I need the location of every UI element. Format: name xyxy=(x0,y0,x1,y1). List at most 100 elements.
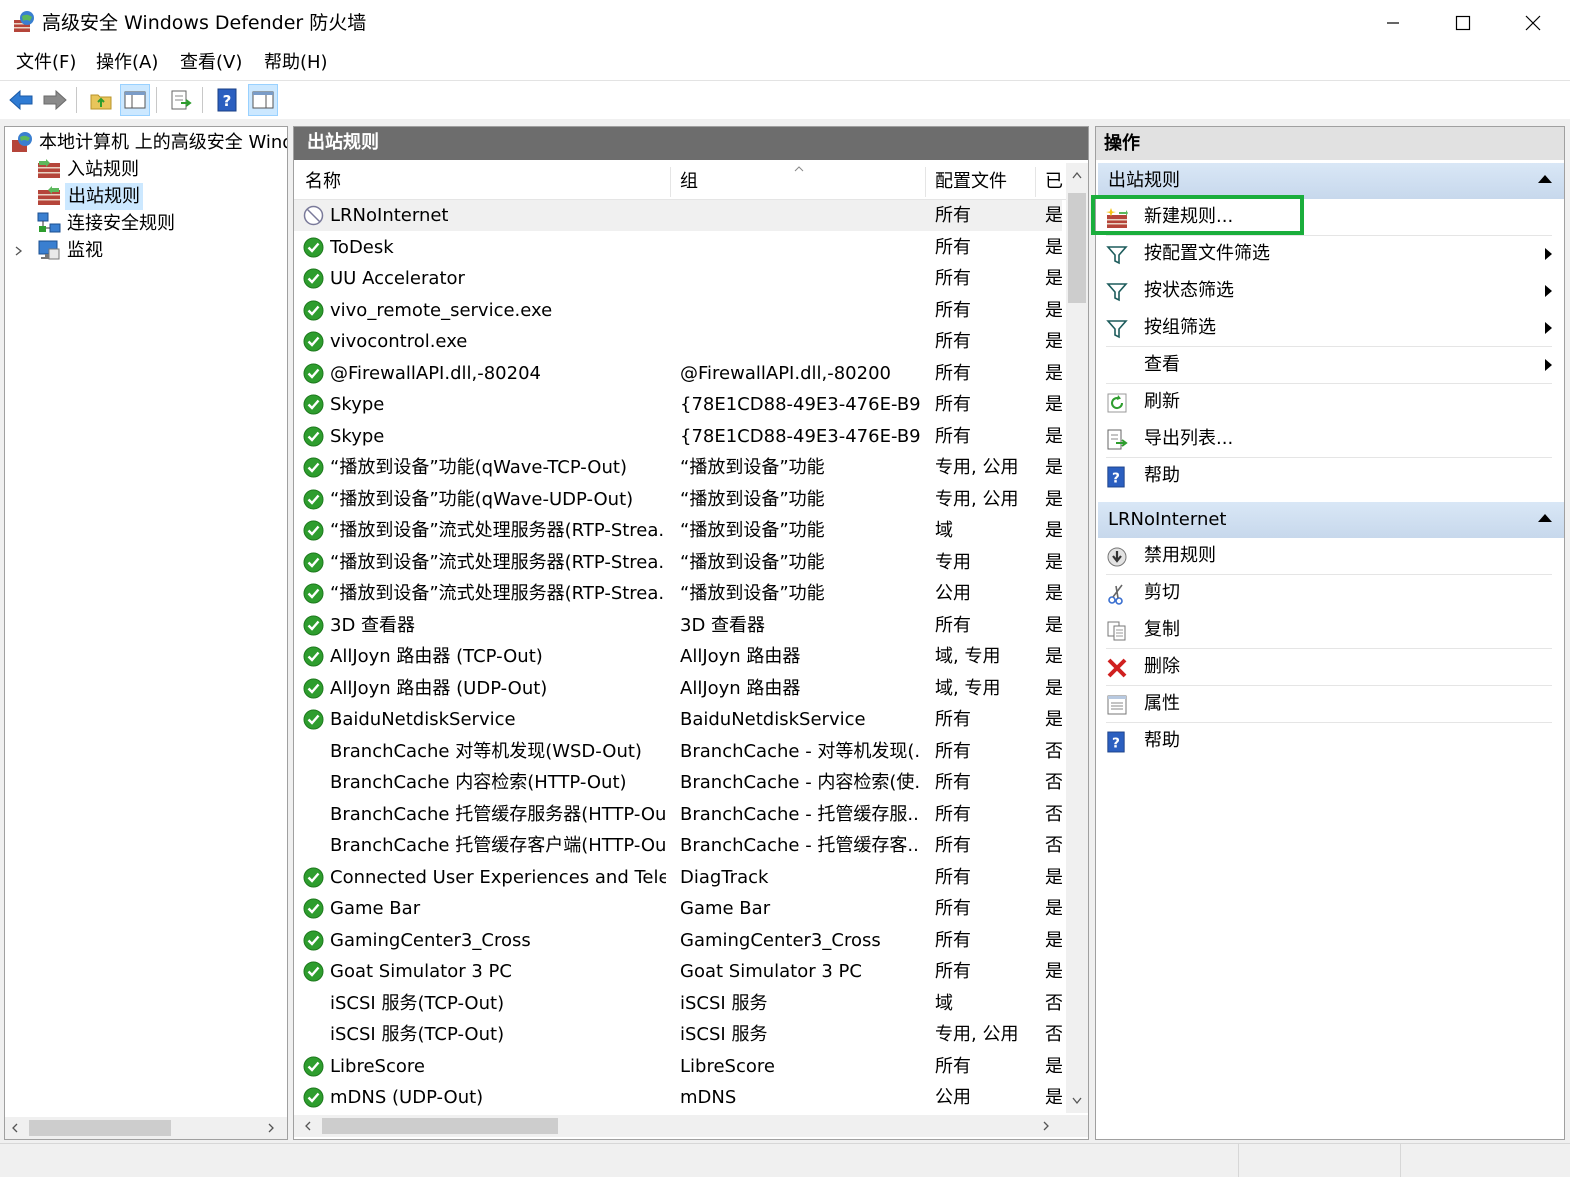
column-separator[interactable] xyxy=(670,167,671,197)
action-item[interactable]: 按状态筛选 xyxy=(1098,273,1564,309)
rule-enabled-cell: 是 xyxy=(1045,929,1062,951)
menu-help[interactable]: 帮助(H) xyxy=(264,51,328,75)
table-row[interactable]: AllJoyn 路由器 (TCP-Out) AllJoyn 路由器 域, 专用 是 xyxy=(294,641,1062,672)
rule-enabled-cell: 否 xyxy=(1045,803,1062,825)
table-row[interactable]: Skype {78E1CD88-49E3-476E-B9... 所有 是 xyxy=(294,421,1062,452)
table-row[interactable]: mDNS (UDP-Out) mDNS 公用 是 xyxy=(294,1082,1062,1113)
section-header-outbound-rules[interactable]: 出站规则 xyxy=(1098,163,1564,199)
rule-group-cell: AllJoyn 路由器 xyxy=(680,677,801,699)
table-row[interactable]: Skype {78E1CD88-49E3-476E-B9... 所有 是 xyxy=(294,389,1062,420)
menu-action[interactable]: 操作(A) xyxy=(96,51,158,75)
action-item[interactable]: 查看 xyxy=(1098,347,1564,383)
table-row[interactable]: Connected User Experiences and Telem... D… xyxy=(294,862,1062,893)
rule-name-cell: AllJoyn 路由器 (UDP-Out) xyxy=(330,677,548,699)
minimize-button[interactable] xyxy=(1358,0,1428,46)
table-row[interactable]: BranchCache 内容检索(HTTP-Out) BranchCache - … xyxy=(294,767,1062,798)
table-row[interactable]: “播放到设备”功能(qWave-UDP-Out) “播放到设备”功能 专用, 公用 是 xyxy=(294,484,1062,515)
back-button[interactable] xyxy=(6,84,36,116)
table-row[interactable]: vivo_remote_service.exe 所有 是 xyxy=(294,295,1062,326)
table-row[interactable]: LibreScore LibreScore 所有 是 xyxy=(294,1051,1062,1082)
delete-icon xyxy=(1106,656,1128,678)
column-header-name[interactable]: 名称 xyxy=(305,171,341,193)
maximize-button[interactable] xyxy=(1428,0,1498,46)
tree-hscroll-thumb[interactable] xyxy=(29,1120,171,1136)
action-item[interactable]: 删除 xyxy=(1098,649,1564,685)
expand-chevron-icon[interactable] xyxy=(15,246,23,256)
show-hide-action-pane-button[interactable] xyxy=(248,84,278,116)
scroll-right-icon[interactable] xyxy=(267,1123,275,1133)
help-icon: ? xyxy=(1106,465,1128,488)
action-item-label: 删除 xyxy=(1144,656,1180,677)
action-item[interactable]: 属性 xyxy=(1098,686,1564,722)
collapse-caret-icon[interactable] xyxy=(1538,175,1552,183)
rules-vertical-scrollbar[interactable] xyxy=(1066,163,1088,1113)
tree-item-inbound-rules[interactable]: 入站规则 xyxy=(5,156,287,183)
rule-name-cell: Skype xyxy=(330,394,385,415)
forward-button[interactable] xyxy=(40,84,70,116)
scroll-right-icon[interactable] xyxy=(1042,1121,1050,1131)
table-row[interactable]: “播放到设备”流式处理服务器(RTP-Strea... “播放到设备”功能 专用 是 xyxy=(294,547,1062,578)
column-separator[interactable] xyxy=(1035,167,1036,197)
export-list-button[interactable] xyxy=(166,84,196,116)
action-item[interactable]: 按配置文件筛选 xyxy=(1098,236,1564,272)
action-item[interactable]: 剪切 xyxy=(1098,575,1564,611)
menu-view[interactable]: 查看(V) xyxy=(180,51,242,75)
column-separator[interactable] xyxy=(925,167,926,197)
svg-text:?: ? xyxy=(1112,735,1120,751)
collapse-caret-icon[interactable] xyxy=(1538,514,1552,522)
column-header-group[interactable]: 组 xyxy=(680,171,698,193)
up-folder-button[interactable] xyxy=(86,84,116,116)
close-button[interactable] xyxy=(1498,0,1568,46)
tree-item-monitoring[interactable]: 监视 xyxy=(5,237,287,264)
rule-group-cell: LibreScore xyxy=(680,1055,775,1077)
table-row[interactable]: BranchCache 托管缓存服务器(HTTP-Out) BranchCache… xyxy=(294,799,1062,830)
column-header-profile[interactable]: 配置文件 xyxy=(935,171,1007,193)
action-item[interactable]: 刷新 xyxy=(1098,384,1564,420)
table-row[interactable]: BranchCache 托管缓存客户端(HTTP-Out) BranchCache… xyxy=(294,830,1062,861)
scroll-down-icon[interactable] xyxy=(1072,1097,1082,1105)
column-header-enabled[interactable]: 已 xyxy=(1045,171,1063,193)
table-row[interactable]: Goat Simulator 3 PC Goat Simulator 3 PC 所有… xyxy=(294,956,1062,987)
table-row[interactable]: BranchCache 对等机发现(WSD-Out) BranchCache - … xyxy=(294,736,1062,767)
table-row[interactable]: 3D 查看器 3D 查看器 所有 是 xyxy=(294,610,1062,641)
table-row[interactable]: AllJoyn 路由器 (UDP-Out) AllJoyn 路由器 域, 专用 是 xyxy=(294,673,1062,704)
table-row[interactable]: @FirewallAPI.dll,-80204 @FirewallAPI.dll,… xyxy=(294,358,1062,389)
scroll-left-icon[interactable] xyxy=(11,1123,19,1133)
table-row[interactable]: iSCSI 服务(TCP-Out) iSCSI 服务 域 否 xyxy=(294,988,1062,1019)
table-row[interactable]: GamingCenter3_Cross GamingCenter3_Cross 所有… xyxy=(294,925,1062,956)
action-item[interactable]: 按组筛选 xyxy=(1098,310,1564,346)
section-header-selected-rule[interactable]: LRNoInternet xyxy=(1098,502,1564,538)
action-item[interactable]: ? 帮助 xyxy=(1098,723,1564,759)
table-row[interactable]: ToDesk 所有 是 xyxy=(294,232,1062,263)
scroll-left-icon[interactable] xyxy=(304,1121,312,1131)
action-item[interactable]: ? 帮助 xyxy=(1098,458,1564,494)
table-row[interactable]: Game Bar Game Bar 所有 是 xyxy=(294,893,1062,924)
table-row[interactable]: BaiduNetdiskService BaiduNetdiskService 所有… xyxy=(294,704,1062,735)
rule-profile-cell: 专用 xyxy=(935,551,971,573)
rules-vscroll-thumb[interactable] xyxy=(1068,193,1086,303)
tree-root[interactable]: 本地计算机 上的高级安全 Windows Defender 防火墙 xyxy=(5,129,287,156)
table-row[interactable]: “播放到设备”功能(qWave-TCP-Out) “播放到设备”功能 专用, 公用 是 xyxy=(294,452,1062,483)
action-item[interactable]: 复制 xyxy=(1098,612,1564,648)
action-item[interactable]: 禁用规则 xyxy=(1098,538,1564,574)
table-row[interactable]: iSCSI 服务(TCP-Out) iSCSI 服务 专用, 公用 否 xyxy=(294,1019,1062,1050)
table-row[interactable]: vivocontrol.exe 所有 是 xyxy=(294,326,1062,357)
export-icon xyxy=(1106,428,1128,450)
table-row[interactable]: UU Accelerator 所有 是 xyxy=(294,263,1062,294)
close-icon xyxy=(1525,15,1541,31)
tree-item-connection-security-rules[interactable]: 连接安全规则 xyxy=(5,210,287,237)
table-row[interactable]: LRNoInternet 所有 是 xyxy=(294,200,1062,231)
action-item[interactable]: 导出列表... xyxy=(1098,421,1564,457)
scroll-up-icon[interactable] xyxy=(1072,171,1082,179)
menu-file[interactable]: 文件(F) xyxy=(16,51,76,75)
help-button[interactable]: ? xyxy=(212,84,242,116)
rules-horizontal-scrollbar[interactable] xyxy=(294,1115,1088,1137)
rule-enabled-cell: 是 xyxy=(1045,1055,1062,1077)
table-row[interactable]: “播放到设备”流式处理服务器(RTP-Strea... “播放到设备”功能 公用 是 xyxy=(294,578,1062,609)
tree-horizontal-scrollbar[interactable] xyxy=(5,1117,287,1139)
title-bar: 高级安全 Windows Defender 防火墙 xyxy=(0,0,1570,46)
firewall-app-icon xyxy=(14,11,34,32)
table-row[interactable]: “播放到设备”流式处理服务器(RTP-Strea... “播放到设备”功能 域 是 xyxy=(294,515,1062,546)
rules-hscroll-thumb[interactable] xyxy=(322,1118,558,1134)
show-hide-tree-button[interactable] xyxy=(120,84,150,116)
